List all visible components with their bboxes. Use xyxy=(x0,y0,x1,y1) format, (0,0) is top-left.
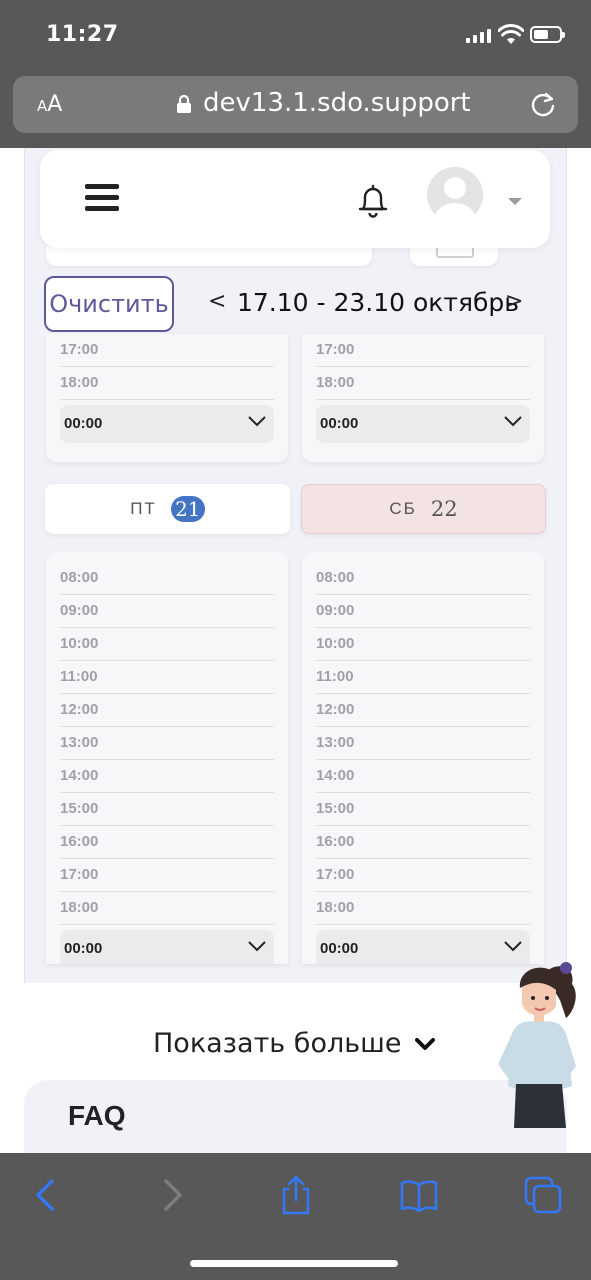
text-size-button[interactable]: AA xyxy=(37,92,62,117)
day-number: 22 xyxy=(430,497,458,521)
time-slot[interactable]: 16:00 xyxy=(60,826,274,859)
show-more-button[interactable]: Показать больше xyxy=(153,1028,436,1059)
time-slot[interactable]: 17:00 xyxy=(316,334,530,367)
time-slot[interactable]: 14:00 xyxy=(60,760,274,793)
site-header xyxy=(40,150,550,248)
bookmarks-icon[interactable] xyxy=(399,1175,439,1215)
next-week-button[interactable]: > xyxy=(505,289,523,314)
day-panel-thu: 17:00 18:00 00:00 xyxy=(46,334,288,462)
filter-toggle[interactable] xyxy=(410,246,498,266)
today-badge: 21 xyxy=(170,496,205,522)
time-select[interactable]: 00:00 xyxy=(60,930,274,964)
chevron-down-icon xyxy=(248,416,266,427)
faq-title: FAQ xyxy=(68,1100,126,1131)
status-bar: 11:27 xyxy=(0,0,591,70)
tabs-icon[interactable] xyxy=(523,1175,563,1215)
forward-icon[interactable] xyxy=(152,1175,192,1215)
chevron-down-icon xyxy=(415,1037,436,1050)
time-slot[interactable]: 10:00 xyxy=(316,628,530,661)
show-more-label: Показать больше xyxy=(153,1028,402,1059)
bell-icon[interactable] xyxy=(356,181,390,219)
week-range: 17.10 - 23.10 октябрь xyxy=(237,288,520,317)
day-tab-sat[interactable]: СБ 22 xyxy=(301,484,546,534)
time-slot[interactable]: 18:00 xyxy=(60,892,274,925)
time-slot[interactable]: 09:00 xyxy=(60,595,274,628)
prev-week-button[interactable]: < xyxy=(208,289,226,314)
back-icon[interactable] xyxy=(26,1175,66,1215)
time-slot[interactable]: 17:00 xyxy=(316,859,530,892)
day-tab-fri[interactable]: ПТ 21 xyxy=(45,484,290,534)
address-bar[interactable]: AA dev13.1.sdo.support xyxy=(13,76,578,133)
time-slot[interactable]: 12:00 xyxy=(60,694,274,727)
wifi-icon xyxy=(498,24,524,44)
time-slot[interactable]: 10:00 xyxy=(60,628,274,661)
time-slot[interactable]: 17:00 xyxy=(60,859,274,892)
status-time: 11:27 xyxy=(46,22,119,47)
avatar[interactable] xyxy=(427,167,483,223)
time-slot[interactable]: 12:00 xyxy=(316,694,530,727)
time-slot[interactable]: 15:00 xyxy=(316,793,530,826)
battery-icon xyxy=(530,26,565,43)
time-select-value: 00:00 xyxy=(320,940,359,957)
time-slot[interactable]: 18:00 xyxy=(60,367,274,400)
lock-icon xyxy=(177,94,191,113)
time-slot[interactable]: 11:00 xyxy=(60,661,274,694)
time-select-value: 00:00 xyxy=(64,415,103,432)
clear-button[interactable]: Очистить xyxy=(44,276,174,332)
time-slot[interactable]: 08:00 xyxy=(316,562,530,595)
time-select[interactable]: 00:00 xyxy=(316,930,530,964)
filter-field[interactable] xyxy=(46,246,372,266)
web-content: Очистить < 17.10 - 23.10 октябрь > 17:00… xyxy=(0,148,591,1153)
reload-icon[interactable] xyxy=(529,90,557,118)
time-select[interactable]: 00:00 xyxy=(60,405,274,443)
user-menu-caret-icon[interactable] xyxy=(508,198,522,205)
home-indicator xyxy=(190,1260,398,1267)
time-slot[interactable]: 08:00 xyxy=(60,562,274,595)
time-slot[interactable]: 17:00 xyxy=(60,334,274,367)
chevron-down-icon xyxy=(504,416,522,427)
time-slot[interactable]: 18:00 xyxy=(316,892,530,925)
time-select-value: 00:00 xyxy=(320,415,359,432)
time-slot[interactable]: 18:00 xyxy=(316,367,530,400)
day-panel-sat: 08:00 09:00 10:00 11:00 12:00 13:00 14:00 15:00… xyxy=(302,552,544,964)
day-name: ПТ xyxy=(130,499,157,518)
day-name: СБ xyxy=(389,499,417,518)
time-slot[interactable]: 13:00 xyxy=(316,727,530,760)
time-slot[interactable]: 15:00 xyxy=(60,793,274,826)
time-select-value: 00:00 xyxy=(64,940,103,957)
chevron-down-icon xyxy=(248,941,266,952)
day-panel-fri: 08:00 09:00 10:00 11:00 12:00 13:00 14:00 15:00… xyxy=(46,552,288,964)
time-select[interactable]: 00:00 xyxy=(316,405,530,443)
url-text[interactable]: dev13.1.sdo.support xyxy=(203,88,471,118)
time-slot[interactable]: 09:00 xyxy=(316,595,530,628)
time-slot[interactable]: 11:00 xyxy=(316,661,530,694)
day-panel-wed: 17:00 18:00 00:00 xyxy=(302,334,544,462)
assistant-avatar-illustration[interactable] xyxy=(490,960,586,1128)
share-icon[interactable] xyxy=(276,1175,316,1215)
time-slot[interactable]: 16:00 xyxy=(316,826,530,859)
menu-icon[interactable] xyxy=(85,184,119,214)
time-slot[interactable]: 14:00 xyxy=(316,760,530,793)
cellular-signal-icon xyxy=(466,29,492,43)
time-slot[interactable]: 13:00 xyxy=(60,727,274,760)
chevron-down-icon xyxy=(504,941,522,952)
